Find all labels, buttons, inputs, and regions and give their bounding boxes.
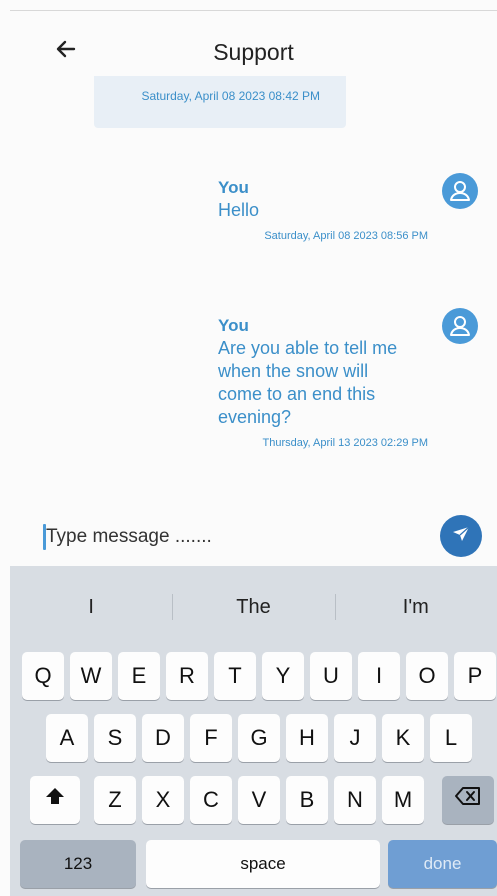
keyboard: I The I'm Q W E R T Y U I O P A S D F G … [10,566,497,896]
key-u[interactable]: U [310,652,352,700]
key-k[interactable]: K [382,714,424,762]
shift-key[interactable] [30,776,80,824]
key-m[interactable]: M [382,776,424,824]
suggestion[interactable]: The [172,580,334,634]
message-timestamp: Saturday, April 08 2023 08:42 PM [141,89,320,103]
message: You Hello Saturday, April 08 2023 08:56 … [218,178,428,243]
message-text: Hello [218,200,260,220]
key-row-3: Z X C V B N M [10,776,497,824]
user-icon [442,173,478,209]
key-z[interactable]: Z [94,776,136,824]
suggestion-bar: I The I'm [10,580,497,634]
message-timestamp: Thursday, April 13 2023 02:29 PM [262,437,428,449]
key-t[interactable]: T [214,652,256,700]
key-f[interactable]: F [190,714,232,762]
send-icon [450,523,472,550]
header: Support [10,10,497,76]
message-sender: You [218,316,249,335]
message-sender: You [218,178,249,197]
user-icon [442,308,478,344]
message-input[interactable] [46,520,426,554]
key-d[interactable]: D [142,714,184,762]
message-text: Are you able to tell me when the snow wi… [218,338,398,427]
key-o[interactable]: O [406,652,448,700]
message: You Are you able to tell me when the sno… [218,316,428,450]
composer [10,506,497,566]
key-b[interactable]: B [286,776,328,824]
key-y[interactable]: Y [262,652,304,700]
backspace-key[interactable] [442,776,494,824]
key-r[interactable]: R [166,652,208,700]
key-j[interactable]: J [334,714,376,762]
numbers-key[interactable]: 123 [20,840,136,888]
key-q[interactable]: Q [22,652,64,700]
key-a[interactable]: A [46,714,88,762]
done-key[interactable]: done [388,840,497,888]
previous-message-bubble: Saturday, April 08 2023 08:42 PM [94,76,346,128]
key-h[interactable]: H [286,714,328,762]
key-g[interactable]: G [238,714,280,762]
key-n[interactable]: N [334,776,376,824]
key-c[interactable]: C [190,776,232,824]
key-row-1: Q W E R T Y U I O P [10,652,497,700]
key-p[interactable]: P [454,652,496,700]
backspace-icon [454,776,482,824]
shift-icon [44,776,66,824]
key-s[interactable]: S [94,714,136,762]
key-row-4: 123 space done [10,840,497,888]
suggestion[interactable]: I [10,580,172,634]
key-i[interactable]: I [358,652,400,700]
space-key[interactable]: space [146,840,380,888]
message-list[interactable]: Saturday, April 08 2023 08:42 PM You Hel… [10,76,497,506]
key-w[interactable]: W [70,652,112,700]
key-e[interactable]: E [118,652,160,700]
key-l[interactable]: L [430,714,472,762]
message-timestamp: Saturday, April 08 2023 08:56 PM [264,230,428,242]
key-v[interactable]: V [238,776,280,824]
key-row-2: A S D F G H J K L [10,714,497,762]
key-x[interactable]: X [142,776,184,824]
send-button[interactable] [440,515,482,557]
page-title: Support [213,39,294,65]
suggestion[interactable]: I'm [334,580,497,634]
